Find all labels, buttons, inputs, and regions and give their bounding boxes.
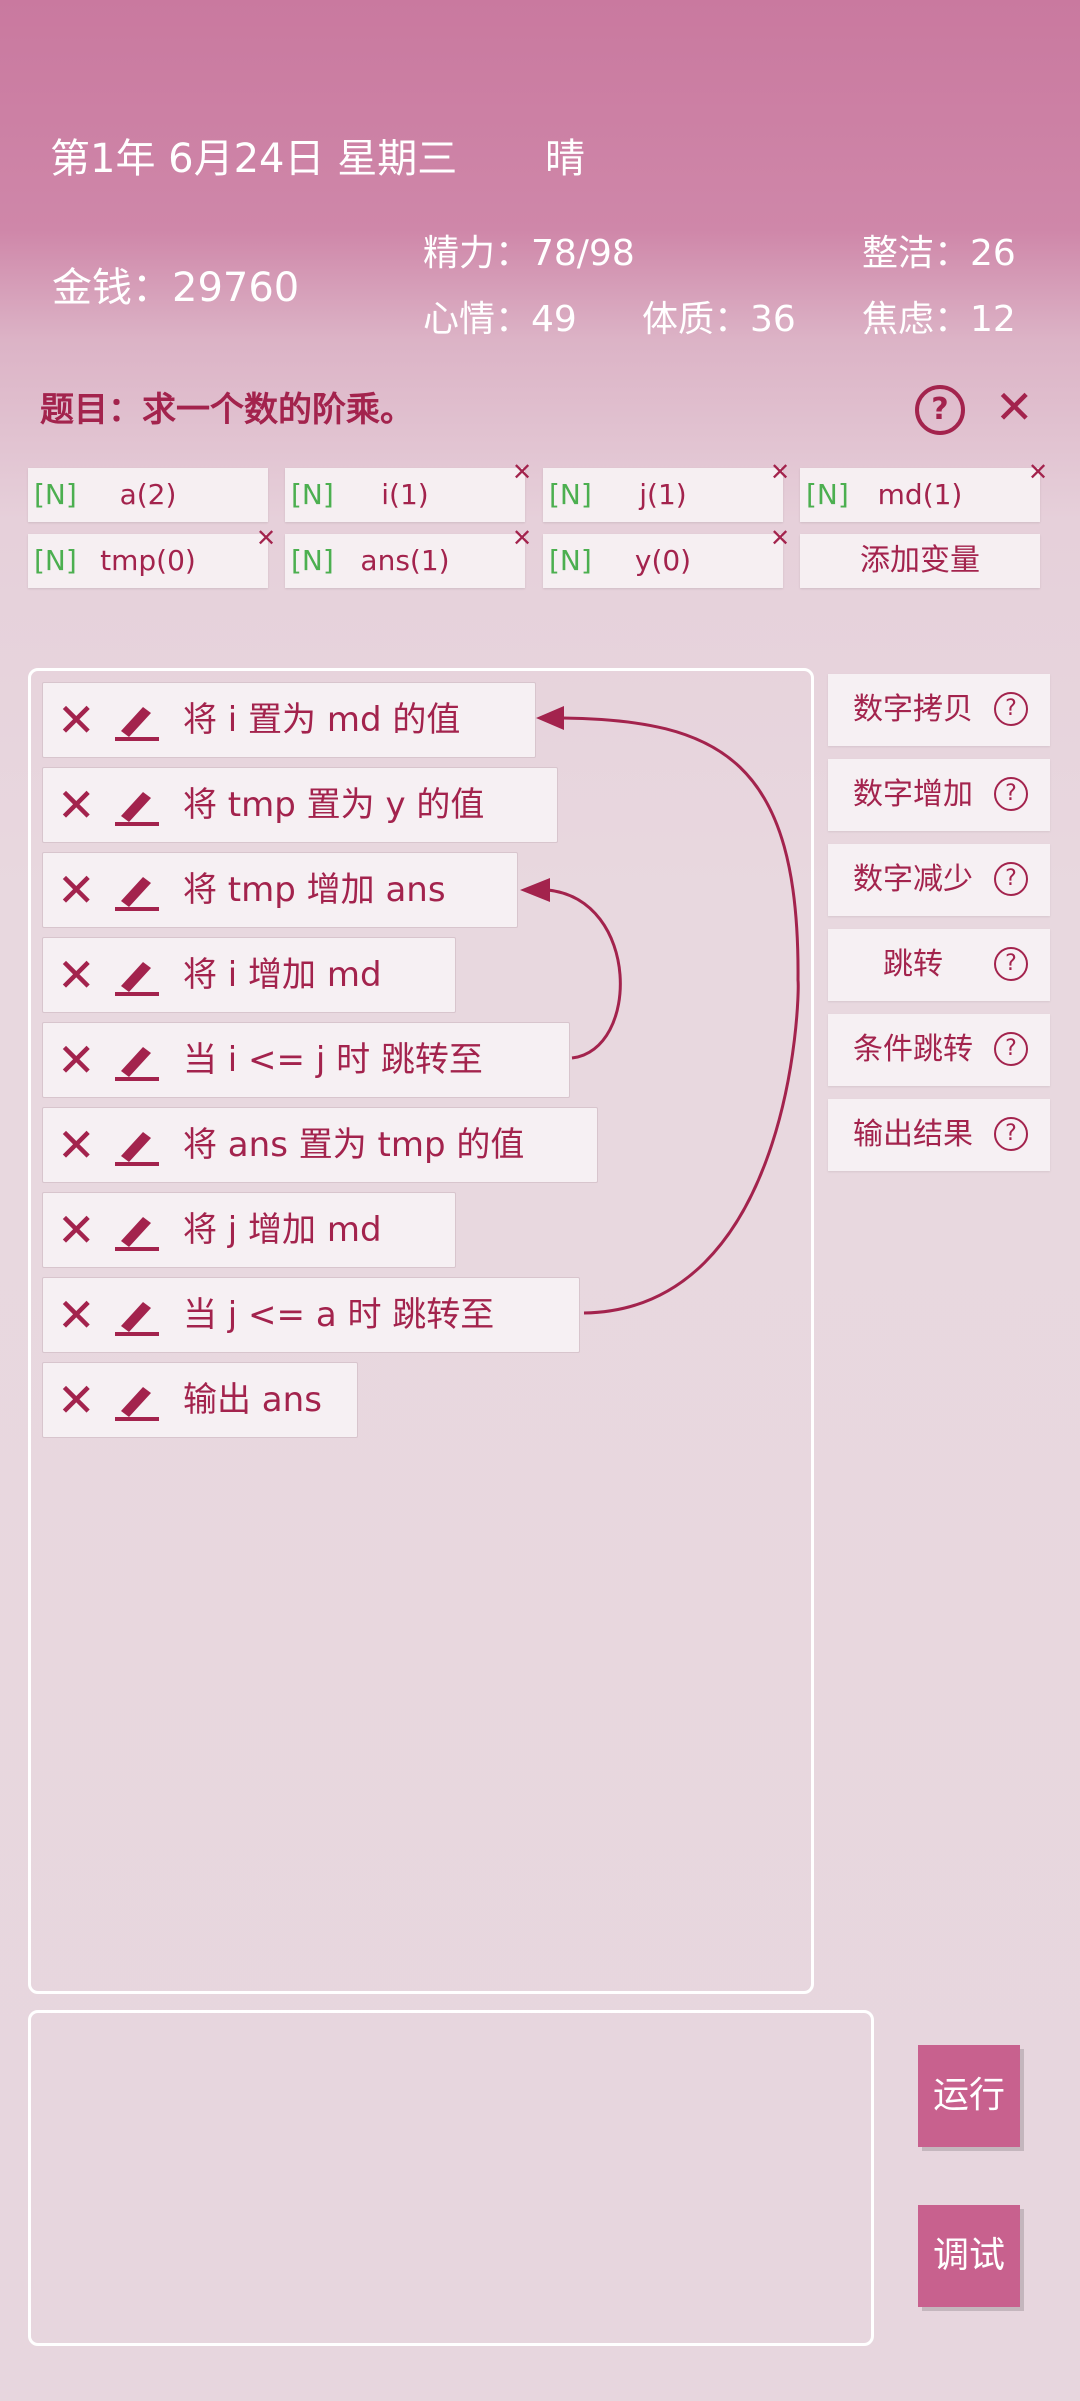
statement-text: 将 tmp 置为 y 的值 bbox=[183, 785, 485, 825]
statement-text: 输出 ans bbox=[183, 1380, 322, 1420]
add-variable-label: 添加变量 bbox=[860, 543, 980, 578]
close-icon[interactable]: ✕ bbox=[57, 853, 96, 927]
close-icon[interactable]: ✕ bbox=[57, 1363, 96, 1437]
variable-name: ans(1) bbox=[360, 544, 450, 577]
statement-text: 将 j 增加 md bbox=[183, 1210, 382, 1250]
help-icon[interactable]: ? bbox=[994, 1117, 1028, 1151]
anxiety-stat: 焦虑：12 bbox=[862, 299, 1016, 340]
pencil-icon[interactable] bbox=[113, 1296, 161, 1336]
add-variable-button[interactable]: 添加变量 bbox=[800, 534, 1040, 588]
remove-variable-icon[interactable]: ✕ bbox=[770, 524, 790, 552]
variable-tag[interactable]: [N] y(0) bbox=[543, 534, 783, 588]
statement-text: 当 j <= a 时 跳转至 bbox=[183, 1295, 495, 1335]
command-number-add[interactable]: 数字增加 ? bbox=[828, 759, 1050, 831]
statement-text: 当 i <= j 时 跳转至 bbox=[183, 1040, 483, 1080]
command-output[interactable]: 输出结果 ? bbox=[828, 1099, 1050, 1171]
statement-row[interactable]: ✕ 当 i <= j 时 跳转至 bbox=[42, 1022, 570, 1098]
variable-tag[interactable]: [N] a(2) bbox=[28, 468, 268, 522]
pencil-icon[interactable] bbox=[113, 1126, 161, 1166]
variable-name: md(1) bbox=[877, 478, 963, 511]
pencil-icon[interactable] bbox=[113, 701, 161, 741]
command-conditional-jump[interactable]: 条件跳转 ? bbox=[828, 1014, 1050, 1086]
variable-name: i(1) bbox=[381, 478, 429, 511]
close-icon[interactable]: ✕ bbox=[57, 938, 96, 1012]
statement-text: 将 ans 置为 tmp 的值 bbox=[183, 1125, 525, 1165]
command-jump[interactable]: 跳转 ? bbox=[828, 929, 1050, 1001]
close-icon[interactable]: ✕ bbox=[57, 768, 96, 842]
variable-name: y(0) bbox=[634, 544, 692, 577]
pencil-icon[interactable] bbox=[113, 956, 161, 996]
variable-tag[interactable]: [N] j(1) bbox=[543, 468, 783, 522]
help-icon[interactable]: ? bbox=[994, 1032, 1028, 1066]
date-label: 第1年 6月24日 星期三 bbox=[50, 136, 458, 182]
command-label: 条件跳转 bbox=[853, 1032, 973, 1067]
command-label: 输出结果 bbox=[853, 1117, 973, 1152]
variable-name: j(1) bbox=[639, 478, 687, 511]
pencil-icon[interactable] bbox=[113, 1041, 161, 1081]
remove-variable-icon[interactable]: ✕ bbox=[512, 458, 532, 486]
statement-text: 将 tmp 增加 ans bbox=[183, 870, 446, 910]
mood-stat: 心情：49 bbox=[423, 299, 577, 340]
remove-variable-icon[interactable]: ✕ bbox=[512, 524, 532, 552]
remove-variable-icon[interactable]: ✕ bbox=[770, 458, 790, 486]
variable-tag[interactable]: [N] ans(1) bbox=[285, 534, 525, 588]
variable-name: tmp(0) bbox=[100, 544, 196, 577]
remove-variable-icon[interactable]: ✕ bbox=[256, 524, 276, 552]
statement-row[interactable]: ✕ 输出 ans bbox=[42, 1362, 358, 1438]
pencil-icon[interactable] bbox=[113, 786, 161, 826]
variable-tag[interactable]: [N] md(1) bbox=[800, 468, 1040, 522]
debug-button[interactable]: 调试 bbox=[918, 2205, 1020, 2307]
statement-row[interactable]: ✕ 将 i 增加 md bbox=[42, 937, 456, 1013]
close-icon[interactable]: ✕ bbox=[57, 683, 96, 757]
help-icon[interactable]: ? bbox=[994, 777, 1028, 811]
variable-tag[interactable]: [N] tmp(0) bbox=[28, 534, 268, 588]
close-icon[interactable]: ✕ bbox=[57, 1193, 96, 1267]
energy-stat: 精力：78/98 bbox=[423, 233, 635, 274]
problem-title: 题目：求一个数的阶乘。 bbox=[40, 390, 414, 430]
command-label: 数字减少 bbox=[853, 862, 973, 897]
statement-text: 将 i 增加 md bbox=[183, 955, 382, 995]
help-icon[interactable]: ? bbox=[994, 692, 1028, 726]
statement-text: 将 i 置为 md 的值 bbox=[183, 700, 461, 740]
statement-row[interactable]: ✕ 当 j <= a 时 跳转至 bbox=[42, 1277, 580, 1353]
variable-tag[interactable]: [N] i(1) bbox=[285, 468, 525, 522]
statement-row[interactable]: ✕ 将 ans 置为 tmp 的值 bbox=[42, 1107, 598, 1183]
command-label: 数字拷贝 bbox=[853, 692, 973, 727]
close-icon[interactable]: ✕ bbox=[995, 380, 1034, 434]
help-icon[interactable]: ? bbox=[915, 385, 965, 435]
help-icon[interactable]: ? bbox=[994, 947, 1028, 981]
pencil-icon[interactable] bbox=[113, 1381, 161, 1421]
pencil-icon[interactable] bbox=[113, 1211, 161, 1251]
statement-row[interactable]: ✕ 将 j 增加 md bbox=[42, 1192, 456, 1268]
remove-variable-icon[interactable]: ✕ bbox=[1028, 458, 1048, 486]
money-stat: 金钱：29760 bbox=[52, 265, 300, 311]
physique-stat: 体质：36 bbox=[642, 299, 796, 340]
statement-row[interactable]: ✕ 将 tmp 增加 ans bbox=[42, 852, 518, 928]
variable-name: a(2) bbox=[119, 478, 177, 511]
weather-label: 晴 bbox=[545, 136, 585, 182]
close-icon[interactable]: ✕ bbox=[57, 1108, 96, 1182]
command-number-copy[interactable]: 数字拷贝 ? bbox=[828, 674, 1050, 746]
command-label: 数字增加 bbox=[853, 777, 973, 812]
run-button[interactable]: 运行 bbox=[918, 2045, 1020, 2147]
statement-row[interactable]: ✕ 将 i 置为 md 的值 bbox=[42, 682, 536, 758]
statement-row[interactable]: ✕ 将 tmp 置为 y 的值 bbox=[42, 767, 558, 843]
pencil-icon[interactable] bbox=[113, 871, 161, 911]
close-icon[interactable]: ✕ bbox=[57, 1023, 96, 1097]
command-label: 跳转 bbox=[883, 947, 943, 982]
close-icon[interactable]: ✕ bbox=[57, 1278, 96, 1352]
cleanliness-stat: 整洁：26 bbox=[862, 233, 1016, 274]
help-icon[interactable]: ? bbox=[994, 862, 1028, 896]
command-number-subtract[interactable]: 数字减少 ? bbox=[828, 844, 1050, 916]
output-panel bbox=[28, 2010, 874, 2346]
